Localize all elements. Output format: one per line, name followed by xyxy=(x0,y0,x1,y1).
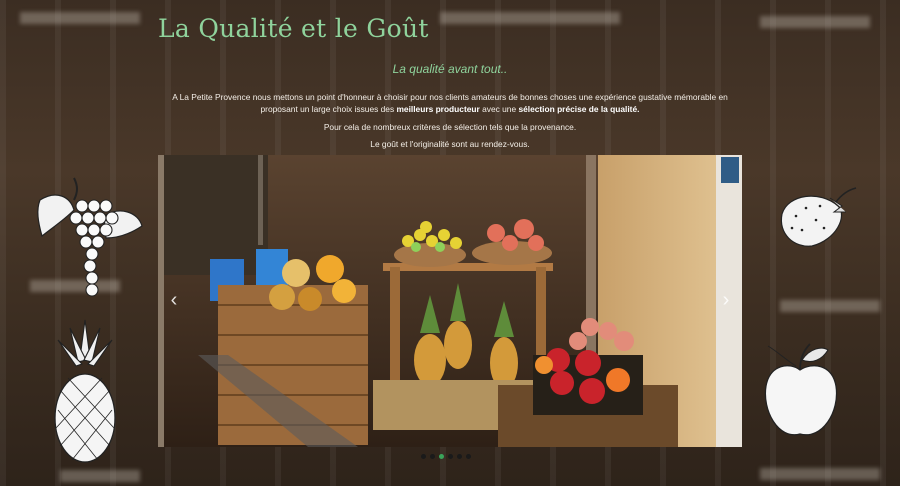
carousel-indicators xyxy=(421,454,471,459)
grapes-icon xyxy=(37,177,143,297)
strawberry-icon xyxy=(780,187,857,247)
carousel-dot[interactable] xyxy=(448,454,453,459)
carousel-dot[interactable] xyxy=(430,454,435,459)
carousel-dot[interactable] xyxy=(421,454,426,459)
carousel-dot-active[interactable] xyxy=(439,454,444,459)
intro-bold-1: meilleurs producteur xyxy=(396,104,480,114)
chevron-right-icon: › xyxy=(722,289,730,311)
intro-line-2: Pour cela de nombreux critères de sélect… xyxy=(323,122,577,132)
page-title: La Qualité et le Goût xyxy=(158,14,429,43)
slide-image xyxy=(158,155,742,447)
intro-bold-2: sélection précise de la qualité. xyxy=(518,104,640,114)
carousel-dot[interactable] xyxy=(457,454,462,459)
intro-line-3: Le goût et l'originalité sont au rendez-… xyxy=(370,139,530,149)
image-carousel[interactable]: ‹ › xyxy=(158,155,742,447)
chevron-left-icon: ‹ xyxy=(170,289,178,311)
pineapple-icon xyxy=(54,319,116,463)
apple-icon xyxy=(764,343,838,436)
intro-text-2: avec une xyxy=(479,104,519,114)
carousel-dot[interactable] xyxy=(466,454,471,459)
carousel-next-button[interactable]: › xyxy=(714,285,738,315)
intro-paragraph: A La Petite Provence nous mettons un poi… xyxy=(158,91,742,115)
carousel-prev-button[interactable]: ‹ xyxy=(162,285,186,315)
page-subtitle: La qualité avant tout.. xyxy=(392,62,508,76)
